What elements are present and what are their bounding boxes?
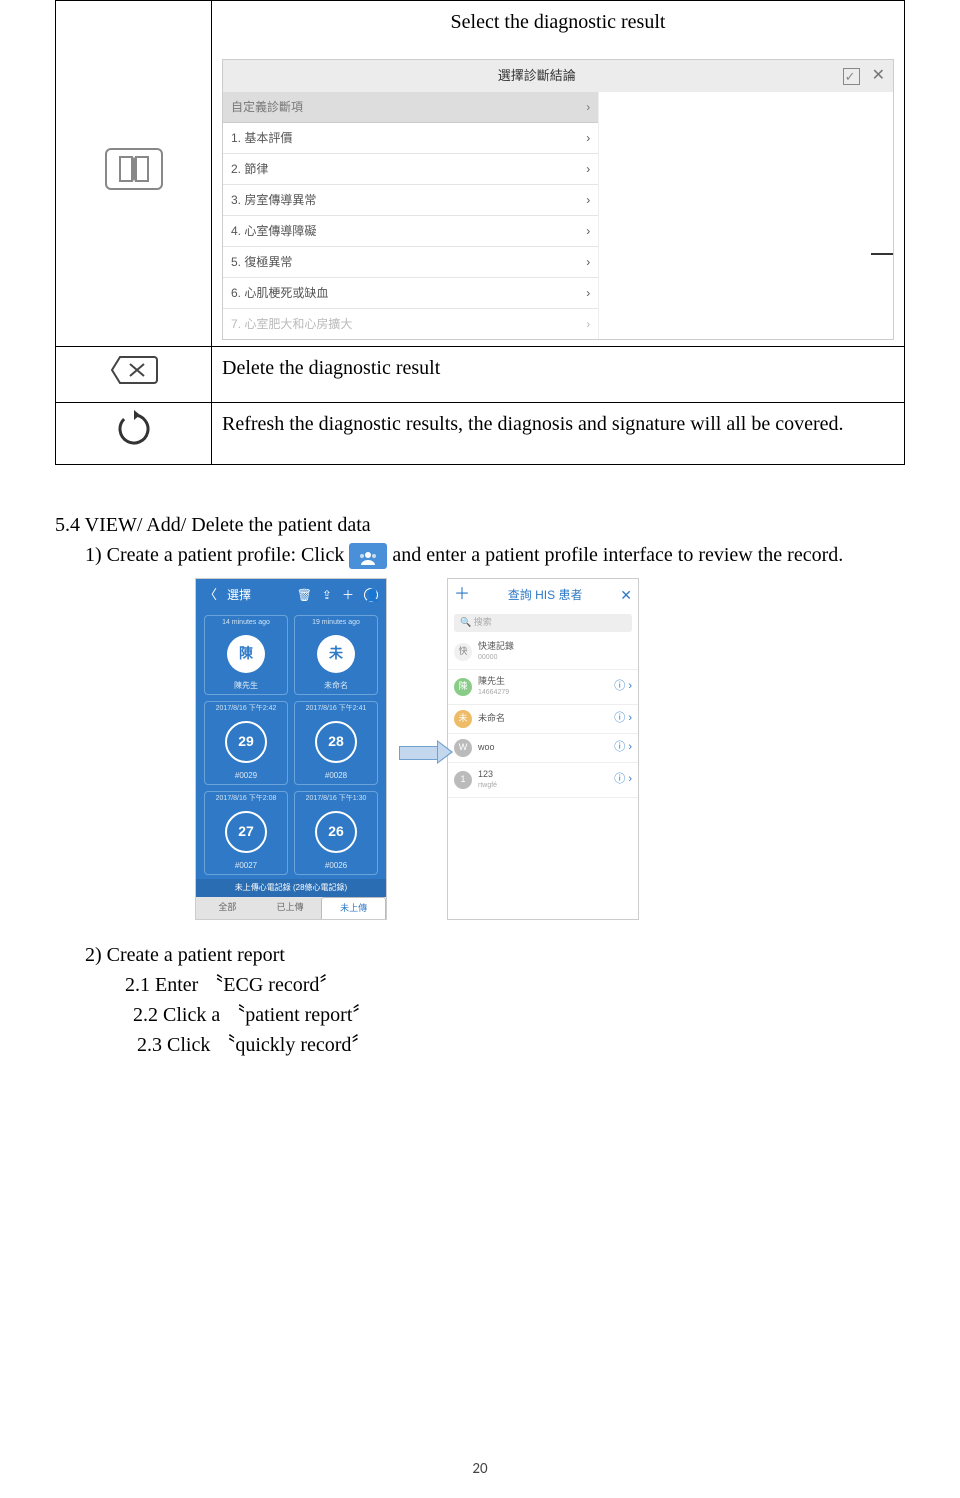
- delete-icon: [108, 353, 160, 396]
- close-icon: ✕: [620, 585, 632, 606]
- step1-line: 1) Create a patient profile: Click and e…: [85, 540, 905, 570]
- trash-icon: 🗑: [297, 586, 312, 604]
- icon-description-table: Select the diagnostic result 選擇診斷結論 ✕ 自定…: [55, 0, 905, 465]
- refresh-icon: [114, 409, 154, 458]
- chevron-right-icon: ›: [586, 98, 590, 116]
- record-card: 2017/8/16 下午2:0827#0027: [204, 791, 288, 875]
- step2-2: 2.2 Click a 〝patient report〞: [133, 1000, 905, 1030]
- plus-icon: ＋: [342, 586, 354, 604]
- check-icon: [843, 68, 860, 85]
- record-card: 2017/8/16 下午2:4229#0029: [204, 701, 288, 785]
- record-card: 14 minutes ago陳陳先生: [204, 615, 288, 695]
- list-item: 陳陳先生14664279ⓘ ›: [448, 670, 638, 705]
- patient-small-icon: 👤: [364, 588, 378, 602]
- list-item: 未未命名ⓘ ›: [448, 705, 638, 734]
- tab-all: 全部: [196, 897, 259, 920]
- book-icon: [105, 148, 163, 190]
- list-item: 1123rtwgféⓘ ›: [448, 763, 638, 798]
- custom-diag-header: 自定義診斷項: [231, 98, 303, 116]
- chevron-right-icon: ›: [586, 284, 590, 302]
- chevron-right-icon: ›: [586, 315, 590, 333]
- record-card: 19 minutes ago未未命名: [294, 615, 378, 695]
- search-input: 🔍 搜索: [454, 614, 632, 632]
- step1-text-a: 1) Create a patient profile: Click: [85, 544, 349, 566]
- row1-caption: Select the diagnostic result: [222, 7, 894, 41]
- screenshot-title: 選擇診斷結論: [231, 66, 843, 86]
- tab-not-uploaded: 未上傳: [321, 897, 386, 920]
- step2-1: 2.1 Enter 〝ECG record〞: [125, 970, 905, 1000]
- patient-icon: [349, 543, 387, 569]
- step2-head: 2) Create a patient report: [85, 940, 905, 970]
- figure-row: 〈 選擇 🗑 ⇪ ＋ 👤 14 minutes ago陳陳先生 19 minut…: [195, 578, 905, 920]
- diagnostic-screenshot: 選擇診斷結論 ✕ 自定義診斷項 › 1. 基本評價 › 2. 節律 › 3. 房室傳導…: [222, 59, 894, 340]
- dash-mark: [871, 253, 893, 255]
- footnote: 未上傳心電記錄 (28條心電記錄): [196, 879, 386, 897]
- step1-text-b: and enter a patient profile interface to…: [392, 544, 843, 566]
- page-number: 20: [0, 1458, 960, 1481]
- share-icon: ⇪: [322, 586, 332, 604]
- step2-3: 2.3 Click 〝quickly record〞: [137, 1030, 905, 1060]
- diag-item: 7. 心室肥大和心房擴大: [231, 315, 352, 333]
- arrow-right-icon: [389, 736, 451, 766]
- record-card: 2017/8/16 下午2:4128#0028: [294, 701, 378, 785]
- row3-text: Refresh the diagnostic results, the diag…: [212, 403, 905, 465]
- phone-patients-screenshot: ＋ 查詢 HIS 患者 ✕ 🔍 搜索 快快速記錄00000 陳陳先生146642…: [447, 578, 639, 920]
- section-heading: 5.4 VIEW/ Add/ Delete the patient data: [55, 510, 905, 540]
- plus-icon: ＋: [454, 583, 470, 607]
- chevron-right-icon: ›: [586, 222, 590, 240]
- chevron-right-icon: ›: [586, 160, 590, 178]
- back-icon: 〈: [204, 585, 217, 605]
- diag-item: 1. 基本評價: [231, 129, 292, 147]
- list-item: 快快速記錄00000: [448, 635, 638, 670]
- list-item: Wwooⓘ ›: [448, 734, 638, 763]
- record-card: 2017/8/16 下午1:3026#0026: [294, 791, 378, 875]
- toolbar-label: 選擇: [227, 586, 251, 604]
- step2-block: 2) Create a patient report 2.1 Enter 〝EC…: [85, 940, 905, 1060]
- diag-item: 6. 心肌梗死或缺血: [231, 284, 328, 302]
- close-icon: ✕: [872, 64, 885, 88]
- row2-text: Delete the diagnostic result: [212, 347, 905, 403]
- header-title: 查詢 HIS 患者: [508, 586, 583, 604]
- chevron-right-icon: ›: [586, 129, 590, 147]
- chevron-right-icon: ›: [586, 191, 590, 209]
- tab-uploaded: 已上傳: [259, 897, 322, 920]
- diag-item: 2. 節律: [231, 160, 268, 178]
- diag-item: 5. 復極異常: [231, 253, 292, 271]
- diag-item: 3. 房室傳導異常: [231, 191, 316, 209]
- phone-records-screenshot: 〈 選擇 🗑 ⇪ ＋ 👤 14 minutes ago陳陳先生 19 minut…: [195, 578, 387, 920]
- diag-item: 4. 心室傳導障礙: [231, 222, 316, 240]
- chevron-right-icon: ›: [586, 253, 590, 271]
